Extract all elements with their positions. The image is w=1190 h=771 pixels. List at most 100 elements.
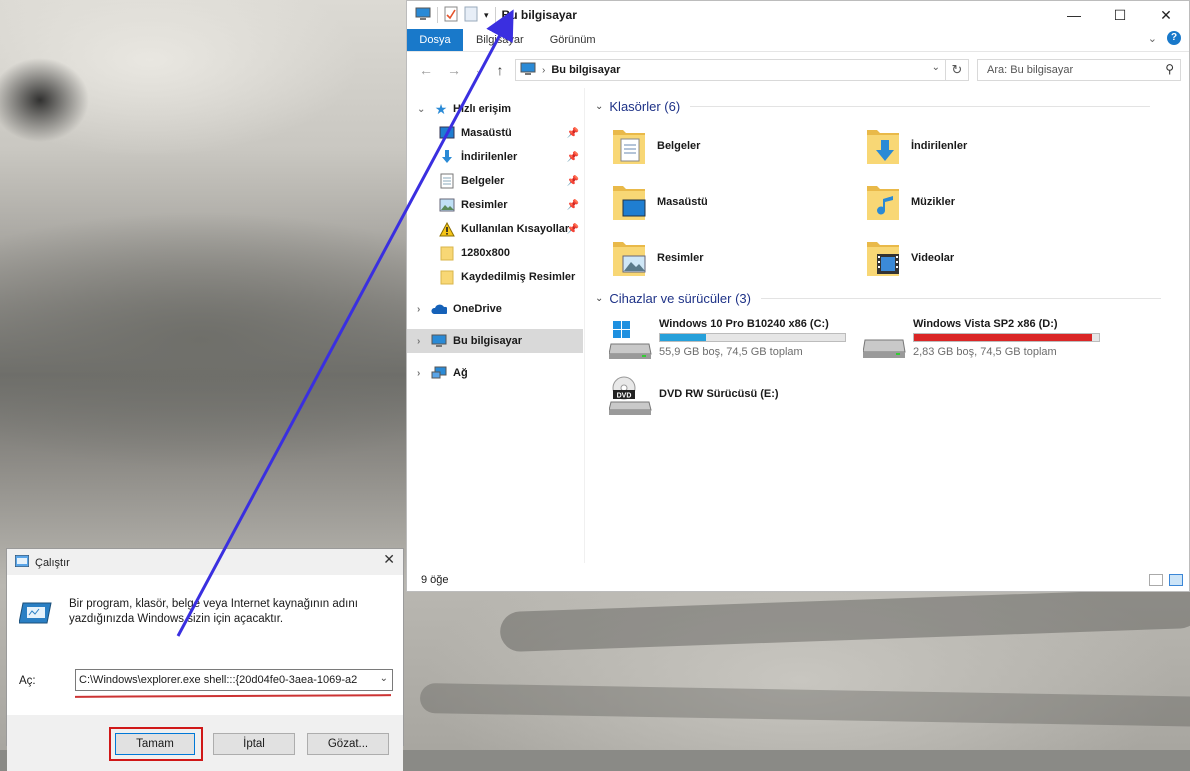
folder-name: Belgeler — [657, 140, 701, 152]
collapse-chevron-icon[interactable]: ⌄ — [595, 101, 603, 112]
properties-icon[interactable] — [444, 6, 458, 25]
pin-icon: 📌 — [566, 223, 579, 235]
address-dropdown-icon[interactable]: ⌄ — [932, 62, 940, 73]
folder-name: Müzikler — [911, 196, 956, 208]
address-bar[interactable]: › Bu bilgisayar ⌄ — [515, 59, 969, 81]
nav-item-pictures[interactable]: Resimler 📌 — [407, 193, 583, 217]
nav-label: 1280x800 — [461, 247, 510, 259]
drive-e-dvd[interactable]: DVD DVD RW Sürücüsü (E:) — [609, 374, 869, 424]
devices-section-header[interactable]: ⌄ Cihazlar ve sürücüler (3) — [595, 291, 1185, 306]
folders-section-header[interactable]: ⌄ Klasörler (6) — [595, 99, 1185, 114]
drive-name: DVD RW Sürücüsü (E:) — [659, 388, 779, 400]
nav-onedrive[interactable]: › OneDrive — [407, 297, 583, 321]
annotation-underline — [74, 694, 392, 698]
nav-item-1280x800[interactable]: 1280x800 — [407, 241, 583, 265]
star-icon: ★ — [434, 100, 448, 117]
forward-icon[interactable]: → — [447, 62, 461, 78]
recent-locations-icon[interactable]: ⌄ — [475, 65, 483, 76]
nav-network[interactable]: › Ağ — [407, 361, 583, 385]
drive-d[interactable]: Windows Vista SP2 x86 (D:) 2,83 GB boş, … — [863, 318, 1123, 368]
breadcrumb-separator-icon: › — [542, 64, 546, 76]
section-title: Cihazlar ve sürücüler (3) — [609, 291, 751, 306]
folder-videos[interactable]: Videolar — [865, 238, 1115, 282]
folder-music[interactable]: Müzikler — [865, 182, 1115, 226]
refresh-icon[interactable]: ↻ — [945, 59, 968, 81]
folder-name: Videolar — [911, 252, 955, 264]
collapse-chevron-icon[interactable]: ⌄ — [595, 293, 603, 304]
run-description: Bir program, klasör, belge veya Internet… — [69, 598, 358, 625]
expand-chevron-icon[interactable]: › — [417, 304, 420, 315]
folder-name: Masaüstü — [657, 196, 708, 208]
run-dialog: Çalıştır ✕ Bir program, klasör, belge ve… — [6, 548, 404, 771]
run-title-bar: Çalıştır — [14, 554, 70, 570]
drive-name: Windows Vista SP2 x86 (D:) — [913, 318, 1058, 330]
minimize-button[interactable]: — — [1051, 1, 1097, 29]
tab-computer[interactable]: Bilgisayar — [463, 29, 537, 51]
command-text: C:\Windows\explorer.exe shell:::{20d04fe… — [79, 674, 358, 686]
nav-label: Resimler — [461, 199, 508, 211]
nav-item-saved-pictures[interactable]: Kaydedilmiş Resimler — [407, 265, 583, 289]
nav-label: Masaüstü — [461, 127, 512, 139]
tab-view[interactable]: Görünüm — [537, 29, 609, 51]
browse-button[interactable]: Gözat... — [307, 733, 389, 755]
open-command-input[interactable]: C:\Windows\explorer.exe shell:::{20d04fe… — [75, 669, 393, 691]
dvd-drive-icon: DVD — [609, 376, 652, 415]
large-icons-view-icon[interactable] — [1169, 574, 1183, 586]
search-placeholder: Ara: Bu bilgisayar — [987, 64, 1074, 76]
search-input[interactable]: Ara: Bu bilgisayar ⚲ — [977, 59, 1181, 81]
folder-downloads[interactable]: İndirilenler — [865, 126, 1115, 170]
customize-quick-access-icon[interactable]: ▾ — [484, 10, 489, 21]
nav-item-downloads[interactable]: İndirilenler 📌 — [407, 145, 583, 169]
run-close-button[interactable]: ✕ — [383, 551, 395, 568]
breadcrumb[interactable]: Bu bilgisayar — [551, 64, 620, 76]
videos-folder-icon — [867, 242, 899, 276]
cancel-button[interactable]: İptal — [213, 733, 295, 755]
annotation-highlight-box — [109, 727, 203, 761]
tab-file[interactable]: Dosya — [407, 29, 463, 51]
windows-drive-icon — [609, 321, 652, 359]
expand-chevron-icon[interactable]: › — [417, 336, 420, 347]
new-folder-icon[interactable] — [464, 6, 478, 25]
nav-label: OneDrive — [453, 303, 502, 315]
pin-icon: 📌 — [566, 127, 579, 139]
nav-scrollbar[interactable] — [584, 88, 585, 563]
folder-desktop[interactable]: Masaüstü — [611, 182, 861, 226]
item-count: 9 öğe — [421, 574, 449, 586]
back-icon[interactable]: ← — [419, 62, 433, 78]
network-icon — [431, 365, 447, 381]
details-view-icon[interactable] — [1149, 574, 1163, 586]
run-icon — [18, 597, 53, 630]
nav-quick-access[interactable]: ⌄ ★ Hızlı erişim — [407, 97, 583, 121]
nav-label: Belgeler — [461, 175, 505, 187]
nav-item-documents[interactable]: Belgeler 📌 — [407, 169, 583, 193]
maximize-button[interactable]: ☐ — [1097, 1, 1143, 29]
section-title: Klasörler (6) — [609, 99, 681, 114]
up-icon[interactable]: ↑ — [497, 62, 504, 78]
expand-chevron-icon[interactable]: › — [417, 368, 420, 379]
nav-this-pc[interactable]: › Bu bilgisayar — [407, 329, 583, 353]
expand-chevron-icon[interactable]: ⌄ — [417, 104, 425, 115]
folder-documents[interactable]: Belgeler — [611, 126, 861, 170]
music-folder-icon — [867, 186, 899, 220]
desktop-icon — [439, 125, 455, 141]
file-explorer-window: ▾ Bu bilgisayar — ☐ ✕ Dosya Bilgisayar G… — [406, 0, 1190, 592]
this-pc-icon — [520, 62, 536, 79]
nav-item-shortcuts[interactable]: Kullanılan Kısayollar 📌 — [407, 217, 583, 241]
help-icon[interactable]: ? — [1167, 31, 1181, 45]
nav-label: Kaydedilmiş Resimler — [461, 271, 576, 283]
pictures-folder-icon — [613, 242, 646, 276]
hard-drive-icon — [863, 339, 906, 358]
drive-c[interactable]: Windows 10 Pro B10240 x86 (C:) 55,9 GB b… — [609, 318, 869, 368]
dropdown-icon[interactable]: ⌄ — [379, 673, 388, 684]
nav-label: Bu bilgisayar — [453, 335, 523, 347]
drive-info: 55,9 GB boş, 74,5 GB toplam — [659, 346, 803, 358]
nav-item-desktop[interactable]: Masaüstü 📌 — [407, 121, 583, 145]
folder-pictures[interactable]: Resimler — [611, 238, 861, 282]
close-button[interactable]: ✕ — [1143, 1, 1189, 29]
folder-icon — [439, 269, 455, 285]
pin-icon: 📌 — [566, 199, 579, 211]
documents-folder-icon — [613, 130, 645, 164]
pictures-icon — [439, 197, 455, 213]
warning-icon — [439, 221, 455, 237]
expand-ribbon-icon[interactable]: ⌄ — [1148, 32, 1157, 45]
